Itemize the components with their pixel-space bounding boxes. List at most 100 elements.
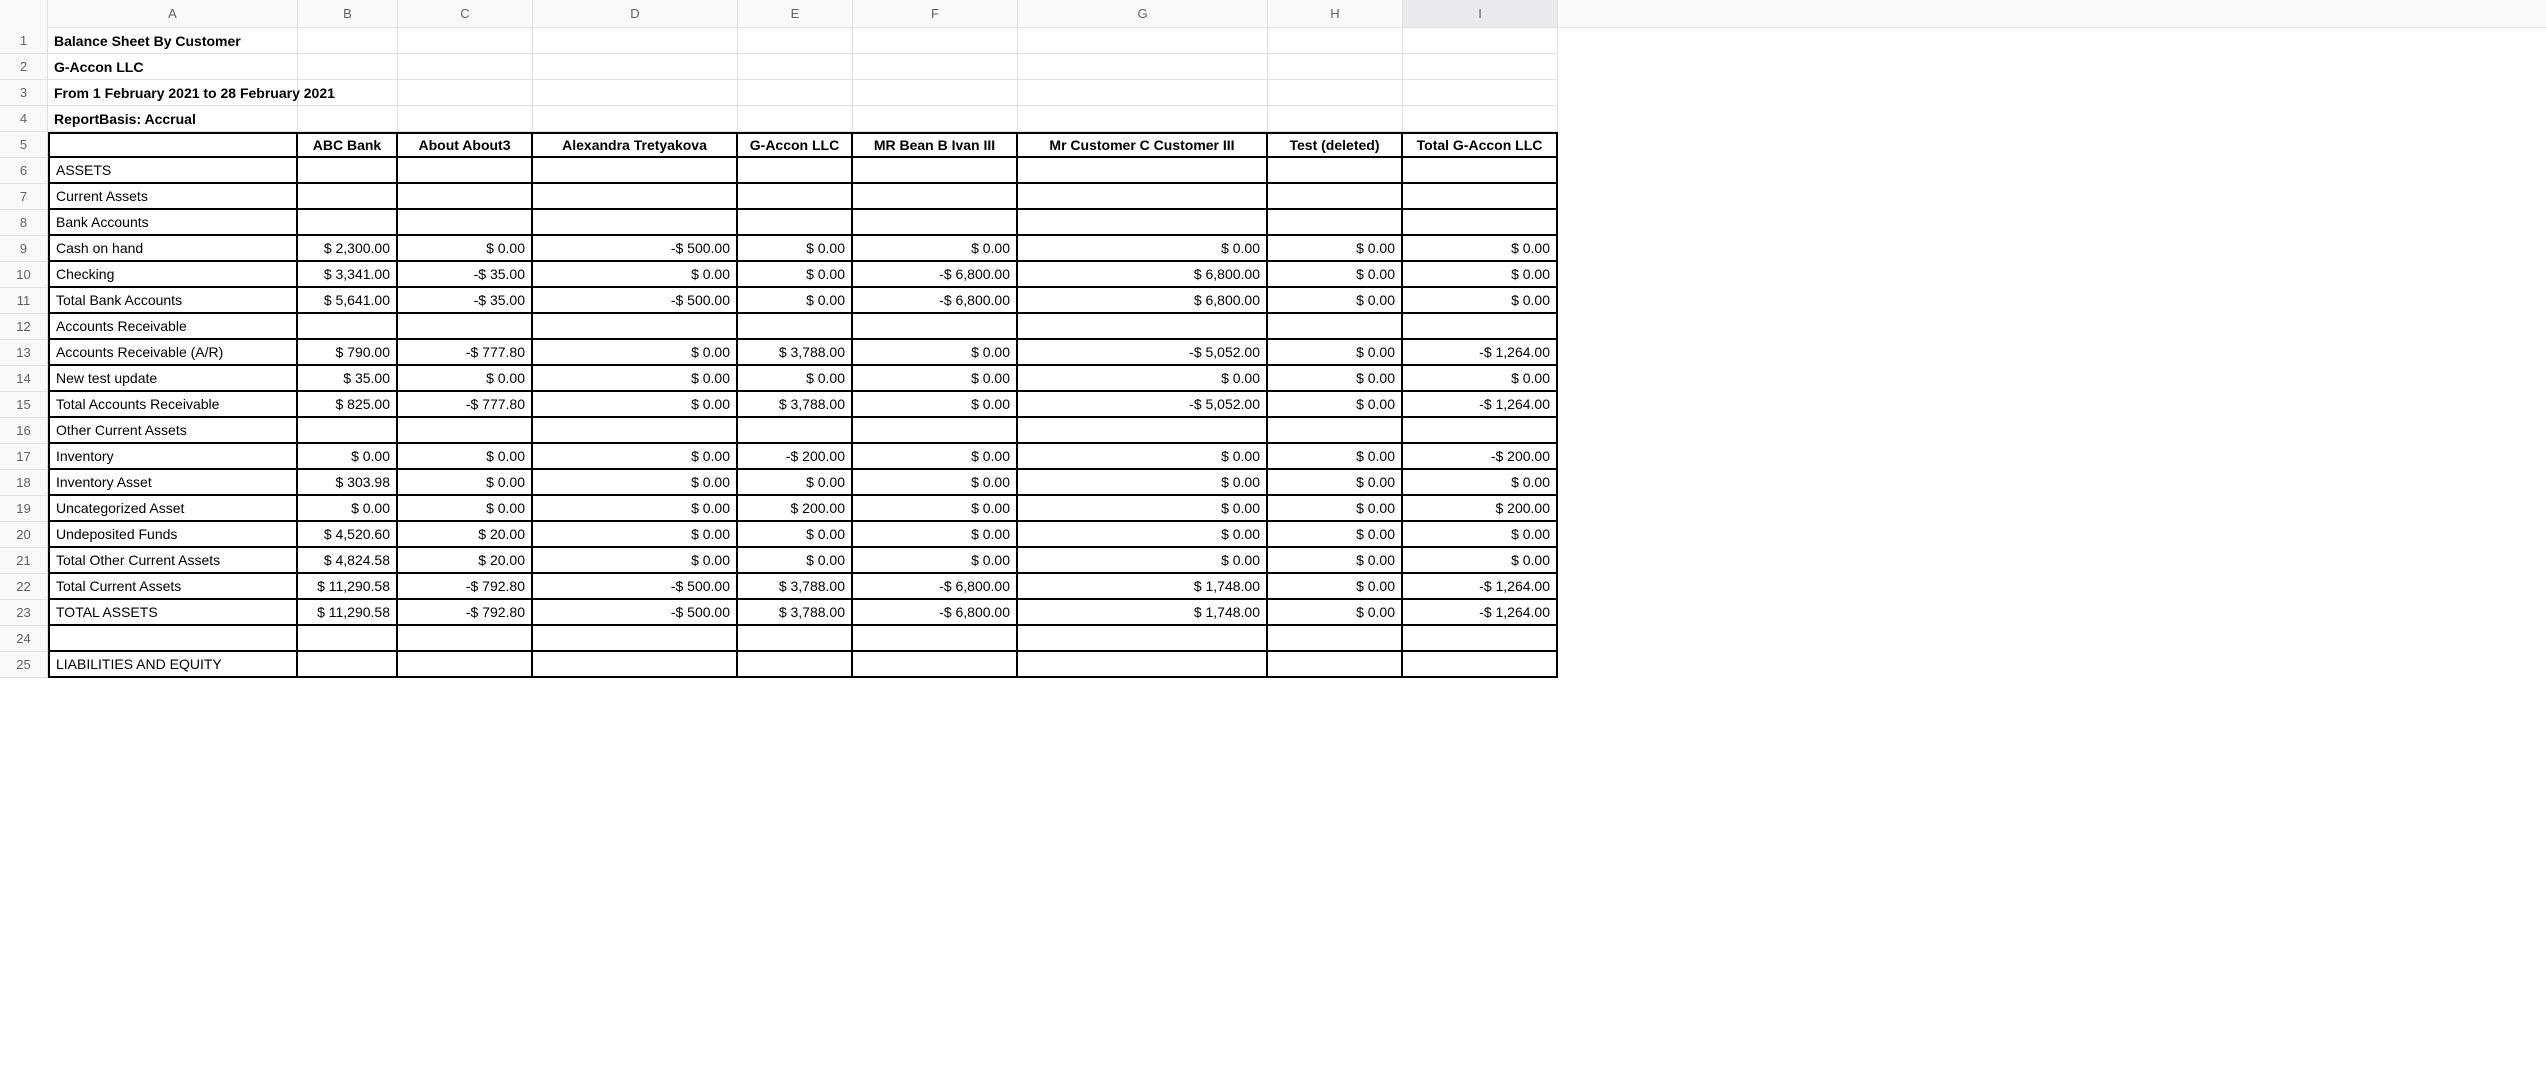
cell-H4[interactable] [1268,106,1403,132]
cell-I5[interactable]: Total G-Accon LLC [1403,132,1558,158]
cell-I14[interactable]: $ 0.00 [1403,366,1558,392]
cell-E11[interactable]: $ 0.00 [738,288,853,314]
cell-E6[interactable] [738,158,853,184]
row-header-7[interactable]: 7 [0,184,48,210]
cell-E13[interactable]: $ 3,788.00 [738,340,853,366]
cell-F18[interactable]: $ 0.00 [853,470,1018,496]
cell-H9[interactable]: $ 0.00 [1268,236,1403,262]
col-header-I[interactable]: I [1403,0,1558,27]
cell-F8[interactable] [853,210,1018,236]
row-header-6[interactable]: 6 [0,158,48,184]
cell-D12[interactable] [533,314,738,340]
cell-I6[interactable] [1403,158,1558,184]
col-header-B[interactable]: B [298,0,398,27]
cell-G23[interactable]: $ 1,748.00 [1018,600,1268,626]
row-header-15[interactable]: 15 [0,392,48,418]
cell-G7[interactable] [1018,184,1268,210]
cell-C11[interactable]: -$ 35.00 [398,288,533,314]
cell-C18[interactable]: $ 0.00 [398,470,533,496]
cell-I25[interactable] [1403,652,1558,678]
cell-E4[interactable] [738,106,853,132]
cell-B11[interactable]: $ 5,641.00 [298,288,398,314]
row-header-24[interactable]: 24 [0,626,48,652]
cell-H20[interactable]: $ 0.00 [1268,522,1403,548]
cell-B25[interactable] [298,652,398,678]
cell-F2[interactable] [853,54,1018,80]
cell-I11[interactable]: $ 0.00 [1403,288,1558,314]
cell-D9[interactable]: -$ 500.00 [533,236,738,262]
cell-A24[interactable] [48,626,298,652]
cell-I4[interactable] [1403,106,1558,132]
cell-I3[interactable] [1403,80,1558,106]
cell-H15[interactable]: $ 0.00 [1268,392,1403,418]
cell-C5[interactable]: About About3 [398,132,533,158]
cell-H18[interactable]: $ 0.00 [1268,470,1403,496]
row-header-17[interactable]: 17 [0,444,48,470]
cell-A15[interactable]: Total Accounts Receivable [48,392,298,418]
col-header-G[interactable]: G [1018,0,1268,27]
cell-F16[interactable] [853,418,1018,444]
cell-A18[interactable]: Inventory Asset [48,470,298,496]
cell-F10[interactable]: -$ 6,800.00 [853,262,1018,288]
cell-E14[interactable]: $ 0.00 [738,366,853,392]
cell-E1[interactable] [738,28,853,54]
cell-D19[interactable]: $ 0.00 [533,496,738,522]
cell-H12[interactable] [1268,314,1403,340]
cell-H8[interactable] [1268,210,1403,236]
cell-D18[interactable]: $ 0.00 [533,470,738,496]
cell-E2[interactable] [738,54,853,80]
cell-F15[interactable]: $ 0.00 [853,392,1018,418]
cell-I20[interactable]: $ 0.00 [1403,522,1558,548]
cell-B15[interactable]: $ 825.00 [298,392,398,418]
cell-C15[interactable]: -$ 777.80 [398,392,533,418]
row-header-23[interactable]: 23 [0,600,48,626]
cell-G4[interactable] [1018,106,1268,132]
cell-B16[interactable] [298,418,398,444]
cell-D20[interactable]: $ 0.00 [533,522,738,548]
cell-C10[interactable]: -$ 35.00 [398,262,533,288]
cell-E16[interactable] [738,418,853,444]
cell-H19[interactable]: $ 0.00 [1268,496,1403,522]
cell-H22[interactable]: $ 0.00 [1268,574,1403,600]
cell-E21[interactable]: $ 0.00 [738,548,853,574]
cell-I12[interactable] [1403,314,1558,340]
cell-A17[interactable]: Inventory [48,444,298,470]
cell-A12[interactable]: Accounts Receivable [48,314,298,340]
cell-G13[interactable]: -$ 5,052.00 [1018,340,1268,366]
cell-A5[interactable] [48,132,298,158]
cell-D5[interactable]: Alexandra Tretyakova [533,132,738,158]
cell-C21[interactable]: $ 20.00 [398,548,533,574]
row-header-10[interactable]: 10 [0,262,48,288]
row-header-20[interactable]: 20 [0,522,48,548]
cell-D2[interactable] [533,54,738,80]
cell-D21[interactable]: $ 0.00 [533,548,738,574]
cell-A25[interactable]: LIABILITIES AND EQUITY [48,652,298,678]
cell-G3[interactable] [1018,80,1268,106]
cell-H21[interactable]: $ 0.00 [1268,548,1403,574]
cell-C17[interactable]: $ 0.00 [398,444,533,470]
cell-C12[interactable] [398,314,533,340]
cell-F4[interactable] [853,106,1018,132]
cell-E18[interactable]: $ 0.00 [738,470,853,496]
cell-F7[interactable] [853,184,1018,210]
cell-E12[interactable] [738,314,853,340]
cell-D17[interactable]: $ 0.00 [533,444,738,470]
cell-D14[interactable]: $ 0.00 [533,366,738,392]
cell-H24[interactable] [1268,626,1403,652]
cell-I17[interactable]: -$ 200.00 [1403,444,1558,470]
cell-G24[interactable] [1018,626,1268,652]
row-header-25[interactable]: 25 [0,652,48,678]
cell-I1[interactable] [1403,28,1558,54]
cell-B17[interactable]: $ 0.00 [298,444,398,470]
cell-C1[interactable] [398,28,533,54]
cell-B13[interactable]: $ 790.00 [298,340,398,366]
cell-C19[interactable]: $ 0.00 [398,496,533,522]
cell-A7[interactable]: Current Assets [48,184,298,210]
cell-F3[interactable] [853,80,1018,106]
cell-I2[interactable] [1403,54,1558,80]
cell-F1[interactable] [853,28,1018,54]
cell-C3[interactable] [398,80,533,106]
cell-H6[interactable] [1268,158,1403,184]
cell-G11[interactable]: $ 6,800.00 [1018,288,1268,314]
row-header-9[interactable]: 9 [0,236,48,262]
